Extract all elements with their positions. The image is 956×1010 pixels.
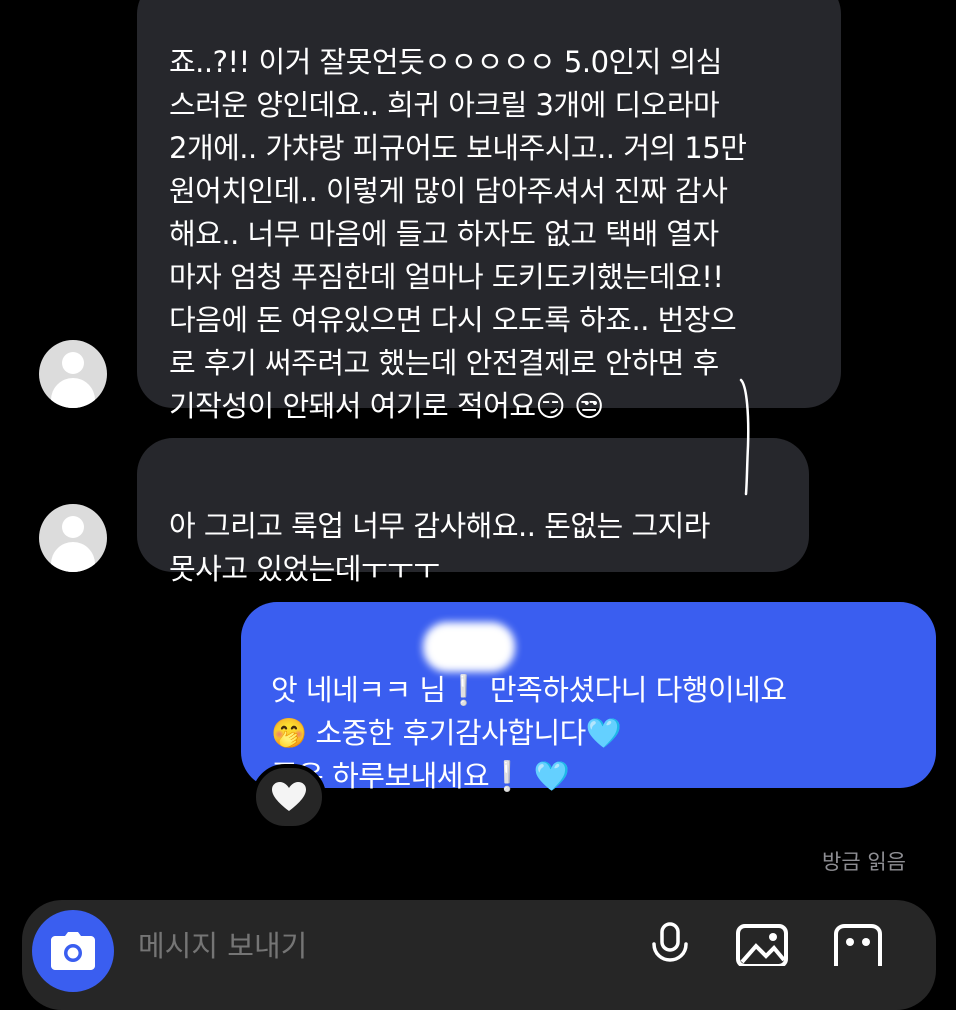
message-bubble-outgoing[interactable]: 앗 네네ㅋㅋ 님❕ 만족하셨다니 다행이네요 🤭 소중한 후기감사합니다🩵 좋은…: [241, 602, 936, 793]
message-composer: [22, 900, 936, 1010]
gallery-icon[interactable]: [734, 922, 790, 966]
reaction-badge[interactable]: [252, 764, 326, 830]
avatar[interactable]: [39, 504, 107, 572]
message-bubble-incoming[interactable]: 아 그리고 룩업 너무 감사해요.. 돈없는 그지라 못사고 있었는데ㅜㅜㅜ: [137, 438, 809, 586]
message-text: 아 그리고 룩업 너무 감사해요.. 돈없는 그지라 못사고 있었는데ㅜㅜㅜ: [169, 509, 711, 586]
microphone-icon[interactable]: [648, 922, 692, 966]
read-status: 방금 읽음: [822, 850, 906, 874]
camera-icon: [51, 932, 95, 970]
redaction-scribble: [423, 622, 515, 672]
message-input[interactable]: [136, 928, 560, 964]
white-heart-icon: [272, 782, 306, 811]
message-text: 죠..?!! 이거 잘못언듯ㅇㅇㅇㅇㅇ 5.0인지 의심 스러운 양인데요.. …: [169, 45, 747, 423]
sticker-icon[interactable]: [830, 922, 886, 966]
avatar[interactable]: [39, 340, 107, 408]
message-text: 앗 네네ㅋㅋ 님❕ 만족하셨다니 다행이네요 🤭 소중한 후기감사합니다🩵 좋은…: [271, 673, 787, 793]
message-bubble-incoming[interactable]: 죠..?!! 이거 잘못언듯ㅇㅇㅇㅇㅇ 5.0인지 의심 스러운 양인데요.. …: [137, 0, 841, 423]
drawn-line-mark: [739, 378, 750, 496]
camera-button[interactable]: [32, 910, 114, 992]
